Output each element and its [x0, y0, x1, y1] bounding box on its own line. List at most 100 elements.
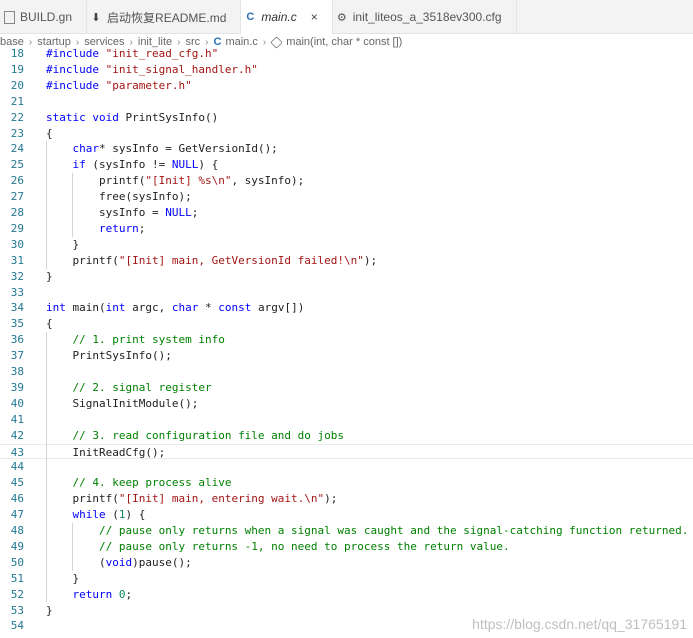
code-line[interactable]: 41 — [0, 412, 693, 427]
code-line[interactable]: 46 printf("[Init] main, entering wait.\n… — [0, 491, 693, 506]
code-text: free(sysInfo); — [46, 190, 192, 204]
code-text: if (sysInfo != NULL) { — [72, 158, 219, 172]
code-text: (void)pause(); — [46, 555, 192, 569]
code-line[interactable]: 27 free(sysInfo); — [0, 189, 693, 204]
code-line[interactable]: 29 return; — [0, 221, 693, 236]
code-editor[interactable]: 18 #include "init_read_cfg.h" 19 #include "… — [0, 46, 693, 638]
code-line[interactable]: 25 if (sysInfo != NULL) { — [0, 157, 693, 172]
code-line[interactable]: 52 return 0; — [0, 587, 693, 602]
line-number: 23 — [10, 126, 24, 140]
tab-label: main.c — [261, 10, 297, 24]
indent-guide — [46, 332, 47, 603]
line-number: 24 — [10, 142, 24, 156]
code-line[interactable]: 44 — [0, 459, 693, 474]
code-text: int main(int argc, char * const argv[]) — [46, 301, 305, 315]
line-number: 34 — [10, 301, 24, 315]
tab-readme[interactable]: ⬇ 启动恢复README.md — [87, 0, 242, 34]
code-line[interactable]: 21 — [0, 94, 693, 109]
watermark: https://blog.csdn.net/qq_31765191 — [472, 616, 687, 632]
line-number: 28 — [10, 206, 24, 219]
line-number: 33 — [10, 285, 24, 299]
line-number: 45 — [10, 476, 24, 490]
line-number: 25 — [10, 158, 24, 172]
code-text: { — [46, 126, 53, 140]
code-text: char* sysInfo = GetVersionId(); — [72, 142, 278, 156]
line-number: 40 — [10, 396, 24, 410]
code-line[interactable]: 47 while (1) { — [0, 507, 693, 522]
line-number: 39 — [10, 380, 24, 394]
line-number: 47 — [10, 508, 24, 522]
code-text: { — [46, 317, 53, 331]
line-number: 42 — [10, 428, 24, 442]
code-line[interactable]: 24 char* sysInfo = GetVersionId(); — [0, 141, 693, 156]
line-number: 43 — [10, 445, 24, 459]
code-text: // pause only returns when a signal was … — [98, 524, 689, 537]
code-line[interactable]: 42 // 3. read configuration file and do … — [0, 428, 693, 443]
line-number: 27 — [10, 190, 24, 204]
code-line[interactable]: 18 #include "init_read_cfg.h" — [0, 46, 693, 61]
code-line[interactable]: 48 // pause only returns when a signal w… — [0, 523, 693, 538]
code-text: static void PrintSysInfo() — [46, 110, 219, 124]
line-number: 31 — [10, 253, 24, 267]
code-line[interactable]: 22 static void PrintSysInfo() — [0, 110, 693, 125]
code-text: // 1. print system info — [72, 333, 225, 347]
tab-label: init_liteos_a_3518ev300.cfg — [352, 10, 502, 24]
line-number: 21 — [10, 94, 24, 108]
line-number: 37 — [10, 349, 24, 363]
code-text: } — [46, 571, 80, 585]
code-line[interactable]: 30 } — [0, 237, 693, 252]
code-line[interactable]: 50 (void)pause(); — [0, 555, 693, 570]
line-number: 48 — [10, 524, 24, 537]
code-line[interactable]: 36 // 1. print system info — [0, 332, 693, 347]
line-number: 19 — [10, 62, 24, 76]
line-number: 49 — [10, 539, 24, 553]
code-line[interactable]: 20 #include "parameter.h" — [0, 78, 693, 93]
tab-build-gn[interactable]: BUILD.gn — [0, 0, 88, 34]
code-line[interactable]: 51 } — [0, 571, 693, 586]
indent-guide — [72, 173, 73, 237]
code-text: // 3. read configuration file and do job… — [72, 428, 345, 442]
code-text: // 2. signal register — [72, 380, 212, 394]
code-line[interactable]: 49 // pause only returns -1, no need to … — [0, 539, 693, 554]
code-line[interactable]: 45 // 4. keep process alive — [0, 475, 693, 490]
code-line[interactable]: 23 { — [0, 126, 693, 141]
close-icon[interactable]: × — [311, 10, 318, 24]
line-number: 52 — [10, 587, 24, 601]
line-number: 36 — [10, 333, 24, 347]
code-line[interactable]: 35 { — [0, 316, 693, 331]
code-text: return 0; — [72, 587, 133, 601]
code-line[interactable]: 19 #include "init_signal_handler.h" — [0, 62, 693, 77]
code-line[interactable]: 28 sysInfo = NULL; — [0, 205, 693, 220]
line-number: 29 — [10, 221, 24, 235]
tab-bar: BUILD.gn ⬇ 启动恢复README.md C main.c × ⚙ in… — [0, 0, 693, 34]
indent-guide — [46, 141, 47, 269]
code-line[interactable]: 32} — [0, 269, 693, 284]
code-text: } — [46, 269, 53, 283]
tab-cfg[interactable]: ⚙ init_liteos_a_3518ev300.cfg — [333, 0, 517, 34]
code-line[interactable]: 33 — [0, 285, 693, 300]
code-text: SignalInitModule(); — [46, 396, 199, 410]
code-line[interactable]: 39 // 2. signal register — [0, 380, 693, 395]
tab-main-c[interactable]: C main.c × — [241, 0, 333, 34]
line-number: 51 — [10, 571, 24, 585]
code-line[interactable]: 40 SignalInitModule(); — [0, 396, 693, 411]
line-number: 32 — [10, 269, 24, 283]
c-file-icon: C — [246, 11, 255, 23]
code-line[interactable]: 43 InitReadCfg(); — [0, 443, 693, 459]
line-number: 53 — [10, 603, 24, 617]
code-line[interactable]: 34 int main(int argc, char * const argv[]… — [0, 300, 693, 315]
code-line[interactable]: 38 — [0, 364, 693, 379]
code-line[interactable]: 37 PrintSysInfo(); — [0, 348, 693, 363]
code-line[interactable]: 31 printf("[Init] main, GetVersionId fai… — [0, 253, 693, 268]
gear-icon: ⚙ — [336, 11, 347, 24]
code-text: // 4. keep process alive — [72, 476, 232, 490]
code-text: #include "init_read_cfg.h" — [46, 47, 219, 60]
code-text: } — [46, 603, 53, 617]
tab-label: BUILD.gn — [20, 10, 73, 24]
line-number: 18 — [10, 47, 24, 60]
code-line[interactable]: 26 printf("[Init] %s\n", sysInfo); — [0, 173, 693, 188]
line-number: 41 — [10, 412, 24, 426]
indent-guide — [72, 523, 73, 571]
code-text: printf("[Init] main, GetVersionId failed… — [46, 253, 378, 267]
code-text: sysInfo = NULL; — [46, 206, 199, 219]
